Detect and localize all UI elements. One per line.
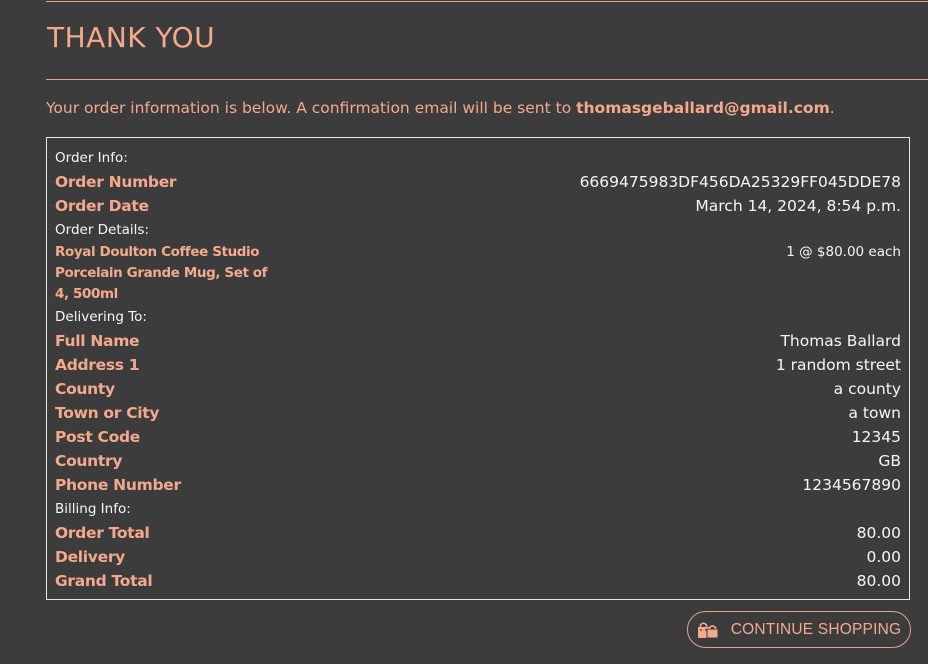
delivery-heading: Delivering To:	[55, 309, 147, 325]
order-info-heading: Order Info:	[55, 150, 128, 166]
delivery-cost-value: 0.00	[866, 548, 901, 566]
country-value: GB	[878, 452, 901, 470]
post-code-label: Post Code	[55, 428, 140, 446]
phone-number-label: Phone Number	[55, 476, 181, 494]
grand-total-label: Grand Total	[55, 572, 153, 590]
continue-shopping-label: CONTINUE SHOPPING	[730, 620, 902, 638]
country-label: Country	[55, 452, 123, 470]
order-date-value: March 14, 2024, 8:54 p.m.	[695, 197, 901, 215]
order-details-heading: Order Details:	[55, 222, 150, 238]
county-label: County	[55, 380, 115, 398]
confirmation-message-text: Your order information is below. A confi…	[46, 99, 577, 117]
order-date-label: Order Date	[55, 197, 149, 215]
post-code-value: 12345	[851, 428, 901, 446]
order-total-label: Order Total	[55, 524, 150, 542]
address-1-label: Address 1	[55, 356, 140, 374]
product-name: Royal Doulton Coffee Studio Porcelain Gr…	[55, 244, 268, 302]
town-label: Town or City	[55, 404, 160, 422]
phone-number-value: 1234567890	[802, 476, 901, 494]
top-divider	[46, 1, 928, 2]
billing-heading: Billing Info:	[55, 501, 131, 517]
town-value: a town	[848, 404, 902, 422]
order-confirmation-page: THANK YOU Your order information is belo…	[0, 0, 928, 664]
order-summary-box: Order Info: Order Number 6669475983DF456…	[46, 137, 910, 600]
order-number-value: 6669475983DF456DA25329FF045DDE78	[579, 173, 901, 191]
title-divider	[46, 79, 928, 80]
confirmation-message-end: .	[829, 99, 835, 117]
full-name-value: Thomas Ballard	[780, 332, 901, 350]
county-value: a county	[833, 380, 901, 398]
order-number-label: Order Number	[55, 173, 177, 191]
product-quantity: 1 @ $80.00 each	[786, 244, 901, 260]
address-1-value: 1 random street	[775, 356, 901, 374]
continue-shopping-button[interactable]: CONTINUE SHOPPING	[687, 611, 911, 648]
confirmation-message: Your order information is below. A confi…	[46, 97, 835, 119]
full-name-label: Full Name	[55, 332, 140, 350]
shopping-bags-icon	[697, 621, 719, 639]
page-title: THANK YOU	[47, 21, 216, 54]
order-total-value: 80.00	[856, 524, 901, 542]
delivery-cost-label: Delivery	[55, 548, 125, 566]
customer-email: thomasgeballard@gmail.com	[576, 99, 830, 117]
grand-total-value: 80.00	[856, 572, 901, 590]
